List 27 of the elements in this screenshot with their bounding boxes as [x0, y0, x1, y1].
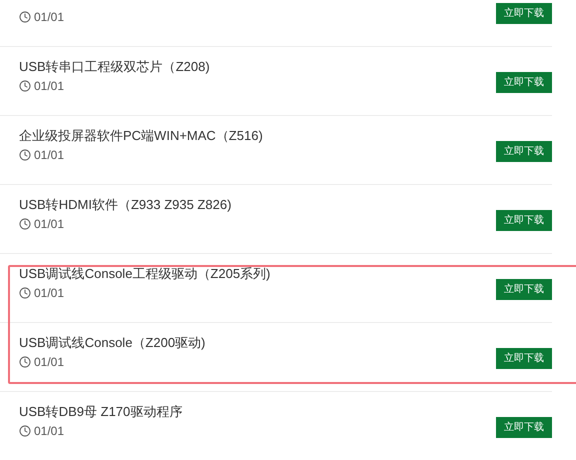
download-button[interactable]: 立即下载 — [496, 72, 552, 93]
clock-icon — [19, 149, 31, 161]
item-title: USB转DB9母 Z170驱动程序 — [19, 403, 182, 421]
item-title: USB转串口工程级双芯片（Z208) — [19, 58, 210, 76]
download-button[interactable]: 立即下载 — [496, 279, 552, 300]
download-button[interactable]: 立即下载 — [496, 141, 552, 162]
download-button[interactable]: 立即下载 — [496, 417, 552, 438]
clock-icon — [19, 425, 31, 437]
clock-icon — [19, 218, 31, 230]
clock-icon — [19, 80, 31, 92]
item-date: 01/01 — [34, 9, 64, 26]
clock-icon — [19, 287, 31, 299]
download-button[interactable]: 立即下载 — [496, 3, 552, 24]
clock-icon — [19, 11, 31, 23]
download-button[interactable]: 立即下载 — [496, 210, 552, 231]
item-title: USB调试线Console工程级驱动（Z205系列) — [19, 265, 270, 283]
item-title: 企业级投屏器软件PC端WIN+MAC（Z516) — [19, 127, 263, 145]
download-button[interactable]: 立即下载 — [496, 348, 552, 369]
item-date: 01/01 — [34, 423, 64, 440]
item-date: 01/01 — [34, 216, 64, 233]
clock-icon — [19, 356, 31, 368]
item-date: 01/01 — [34, 78, 64, 95]
item-date: 01/01 — [34, 354, 64, 371]
item-title: USB转HDMI软件（Z933 Z935 Z826) — [19, 196, 232, 214]
item-date: 01/01 — [34, 285, 64, 302]
item-date: 01/01 — [34, 147, 64, 164]
item-title: USB调试线Console（Z200驱动) — [19, 334, 206, 352]
